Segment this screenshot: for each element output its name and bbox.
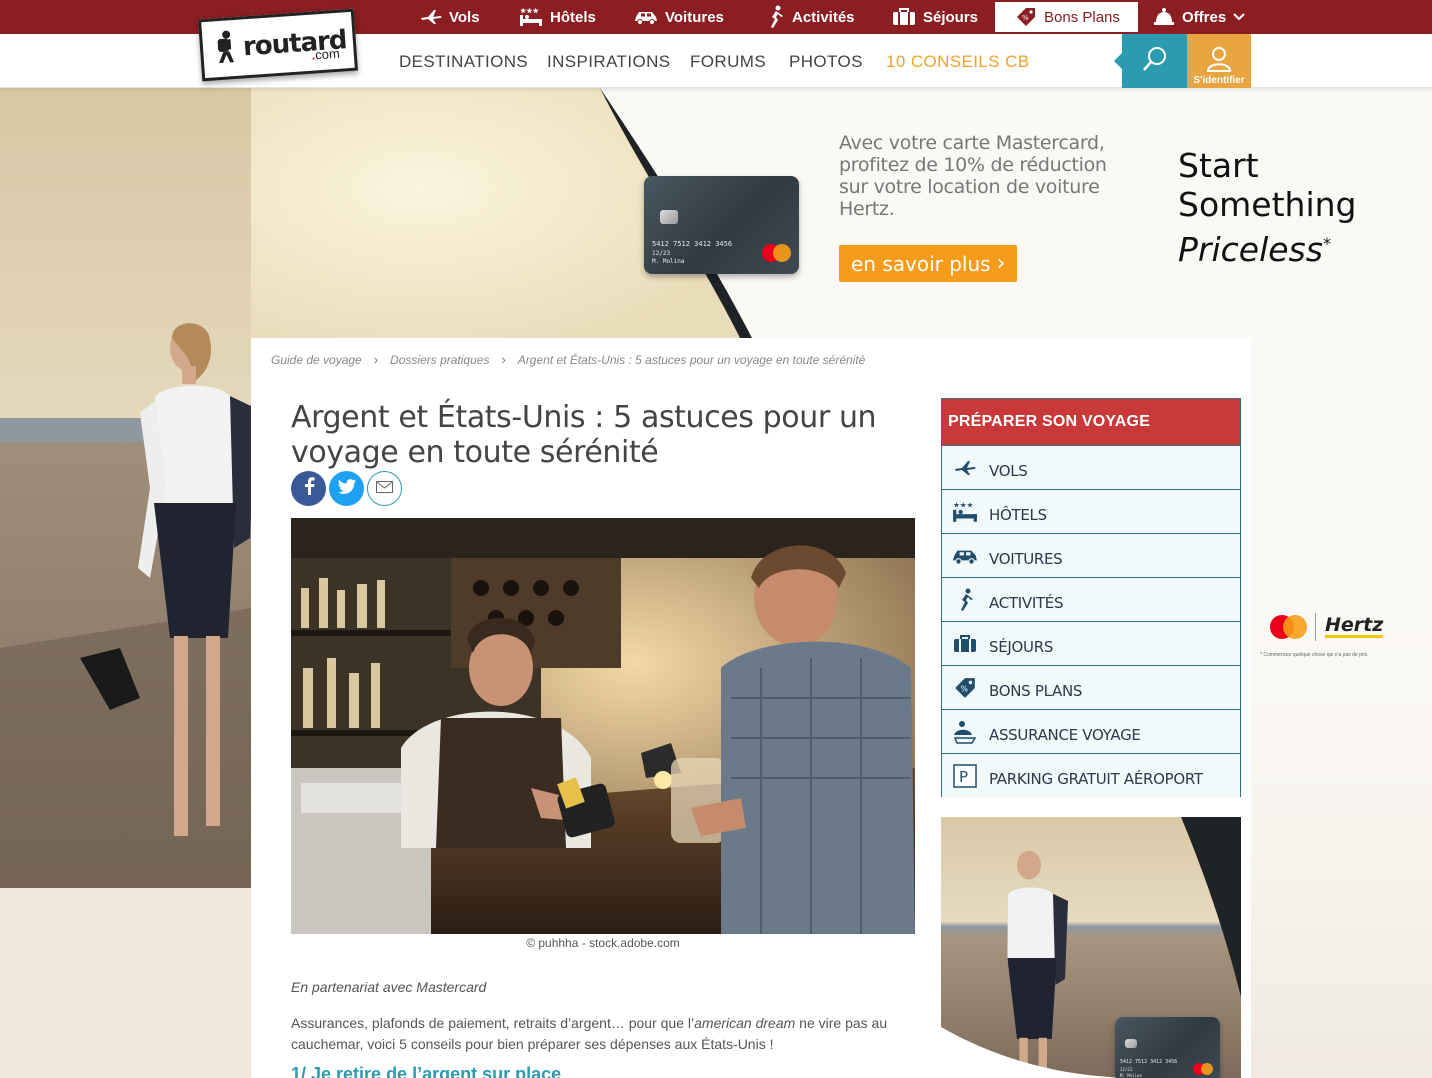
parking-icon: P [950, 763, 980, 789]
price-tag-icon: % [1015, 6, 1037, 28]
chevron-right-icon: › [373, 352, 379, 367]
car-icon [634, 9, 658, 25]
ad-offer-text: Avec votre carte Mastercard, profitez de… [839, 132, 1107, 220]
suitcase-icon [950, 631, 980, 657]
sidebar-item-sejours[interactable]: SÉJOURS [942, 621, 1240, 665]
twitter-bird-icon [337, 478, 356, 499]
section-heading-1: 1/ Je retire de l’argent sur place [291, 1064, 562, 1078]
insurance-umbrella-icon [950, 719, 980, 745]
article-hero-photo [291, 518, 915, 934]
mastercard-logo-icon [1270, 615, 1310, 639]
login-label: S'identifier [1193, 75, 1245, 86]
backpacker-logo-icon [212, 28, 241, 69]
svg-text:★★★: ★★★ [520, 7, 540, 15]
running-person-icon [765, 5, 785, 29]
nav-10-conseils-cb[interactable]: 10 CONSEILS CB [886, 52, 1030, 72]
hotel-bed-icon: ★★★ [950, 499, 980, 525]
svg-text:P: P [959, 768, 968, 786]
share-twitter-button[interactable] [329, 471, 364, 506]
nav-forums[interactable]: FORUMS [690, 52, 766, 72]
svg-text:★★★: ★★★ [953, 501, 974, 510]
sidebar-item-assurance-voyage[interactable]: ASSURANCE VOYAGE [942, 709, 1240, 753]
breadcrumb-dossiers-pratiques[interactable]: Dossiers pratiques [390, 353, 489, 367]
suitcase-icon [892, 8, 916, 26]
breadcrumb: Guide de voyage › Dossiers pratiques › A… [271, 352, 865, 367]
price-tag-icon: % [950, 675, 980, 701]
facebook-icon [303, 477, 315, 500]
sidebar-item-vols[interactable]: VOLS [942, 445, 1240, 489]
svg-text:%: % [961, 684, 968, 693]
logo-suffix: .com [311, 45, 341, 63]
sidebar-mastercard-ad[interactable]: 5412 7512 3412 3456 12/23 M. Molina [941, 817, 1241, 1078]
ad-divider [1315, 613, 1316, 641]
nav-inspirations[interactable]: INSPIRATIONS [547, 52, 671, 72]
article-title: Argent et États-Unis : 5 astuces pour un… [291, 400, 877, 470]
hotel-bed-icon: ★★★ [519, 7, 543, 27]
topbar-item-offres[interactable]: Offres [1153, 0, 1245, 34]
ad-learn-more-button[interactable]: en savoir plus › [839, 245, 1018, 282]
ad-cta-label: en savoir plus [851, 251, 991, 276]
sidebar-item-activites[interactable]: ACTIVITÉS [942, 577, 1240, 621]
breadcrumb-guide-de-voyage[interactable]: Guide de voyage [271, 353, 362, 367]
ad-slogan: Start Something Priceless* [1178, 146, 1357, 269]
search-icon [1141, 45, 1169, 78]
chevron-right-icon: › [501, 352, 506, 367]
bell-icon [1153, 6, 1175, 28]
nav-photos[interactable]: PHOTOS [789, 52, 863, 72]
chevron-right-icon: › [996, 251, 1006, 276]
chevron-down-icon [1233, 13, 1245, 21]
article-intro: Assurances, plafonds de paiement, retrai… [291, 1015, 888, 1052]
login-button[interactable]: S'identifier [1187, 34, 1251, 88]
right-hertz-mastercard-ad[interactable]: Hertz * Commencez quelque chose qui n'a … [1252, 600, 1432, 680]
topbar-item-sejours[interactable]: Séjours [892, 0, 978, 34]
article-content-area: Guide de voyage › Dossiers pratiques › A… [251, 338, 1251, 1078]
envelope-icon [376, 480, 393, 498]
user-icon [1206, 46, 1232, 75]
topbar-item-vols[interactable]: Vols [420, 0, 480, 34]
share-facebook-button[interactable] [291, 471, 326, 506]
routard-logo[interactable]: routard .com [198, 8, 358, 82]
mastercard-card-image: 5412 7512 3412 3456 12/23 M. Molina [1115, 1017, 1220, 1078]
plane-icon [420, 9, 442, 25]
running-person-icon [950, 587, 980, 613]
mastercard-card-image: 5412 7512 3412 3456 12/23 M. Molina [644, 176, 799, 274]
breadcrumb-current: Argent et États-Unis : 5 astuces pour un… [517, 352, 866, 367]
topbar-item-bons-plans[interactable]: % Bons Plans [995, 2, 1138, 32]
car-icon [950, 543, 980, 569]
search-button[interactable] [1114, 34, 1187, 88]
sidebar-item-voitures[interactable]: VOITURES [942, 533, 1240, 577]
prepare-trip-box: PRÉPARER SON VOYAGE VOLS ★★★ HÔTELS VOIT… [941, 398, 1241, 797]
topbar-item-voitures[interactable]: Voitures [634, 0, 724, 34]
plane-icon [950, 455, 980, 481]
ad-disclaimer: * Commencez quelque chose qui n'a pas de… [1260, 652, 1369, 658]
prepare-trip-title: PRÉPARER SON VOYAGE [942, 399, 1240, 445]
mastercard-hertz-banner-ad[interactable]: 5412 7512 3412 3456 12/23 M. Molina Avec… [0, 88, 1432, 338]
svg-text:%: % [1022, 14, 1029, 22]
hertz-logo: Hertz [1325, 614, 1384, 638]
sidebar-item-hotels[interactable]: ★★★ HÔTELS [942, 489, 1240, 533]
share-email-button[interactable] [367, 471, 402, 506]
sidebar-item-bons-plans[interactable]: % BONS PLANS [942, 665, 1240, 709]
partner-mention: En partenariat avec Mastercard [291, 979, 487, 995]
nav-destinations[interactable]: DESTINATIONS [399, 52, 528, 72]
topbar-item-activites[interactable]: Activités [765, 0, 855, 34]
topbar-item-hotels[interactable]: ★★★ Hôtels [519, 0, 596, 34]
sidebar-item-parking[interactable]: P PARKING GRATUIT AÉROPORT [942, 753, 1240, 797]
photo-credit: © puhhha - stock.adobe.com [526, 936, 680, 950]
